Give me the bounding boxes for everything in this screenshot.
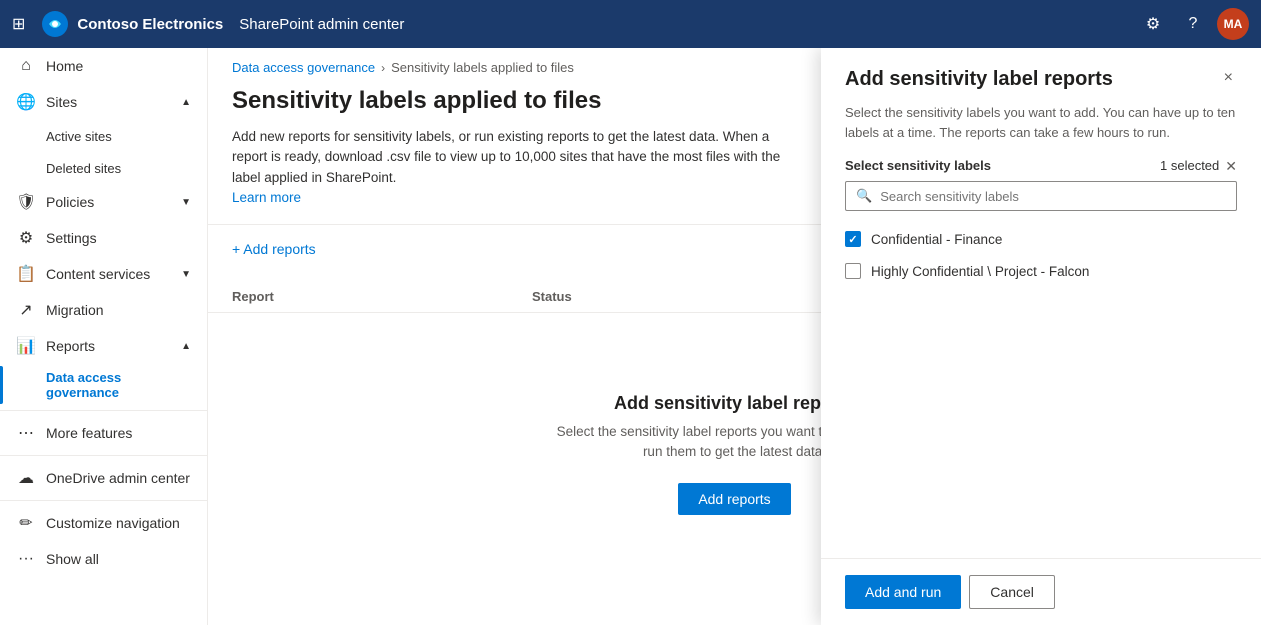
content-services-icon: 📋 <box>16 264 36 284</box>
search-box: 🔍 <box>845 181 1237 211</box>
sidebar-item-home[interactable]: ⌂ Home <box>0 48 207 84</box>
sidebar-item-home-label: Home <box>46 58 83 74</box>
add-and-run-button[interactable]: Add and run <box>845 575 961 609</box>
breadcrumb-current: Sensitivity labels applied to files <box>391 60 574 75</box>
sidebar-item-more-features[interactable]: ⋯ More features <box>0 415 207 451</box>
sidebar-item-migration-label: Migration <box>46 302 104 318</box>
sidebar-item-active-sites[interactable]: Active sites <box>0 120 207 152</box>
panel-footer: Add and run Cancel <box>821 558 1261 625</box>
sidebar-item-onedrive-admin[interactable]: ☁ OneDrive admin center <box>0 460 207 496</box>
reports-icon: 📊 <box>16 336 36 356</box>
learn-more-link[interactable]: Learn more <box>232 190 301 205</box>
sidebar-item-onedrive-label: OneDrive admin center <box>46 470 190 486</box>
top-nav-icons: ⚙ ? MA <box>1137 8 1249 40</box>
data-access-governance-label: Data access governance <box>46 370 191 400</box>
settings-button[interactable]: ⚙ <box>1137 8 1169 40</box>
sidebar-item-more-features-label: More features <box>46 425 132 441</box>
sidebar-item-reports[interactable]: 📊 Reports ▲ <box>0 328 207 364</box>
panel-label-row: Select sensitivity labels 1 selected ✕ <box>845 158 1237 173</box>
sidebar-item-customize-nav[interactable]: ✏ Customize navigation <box>0 505 207 541</box>
sites-icon: 🌐 <box>16 92 36 112</box>
panel-close-button[interactable]: × <box>1220 68 1237 88</box>
customize-nav-icon: ✏ <box>16 513 36 533</box>
panel-selected-count: 1 selected ✕ <box>1160 158 1237 173</box>
sidebar-item-sites[interactable]: 🌐 Sites ▲ <box>0 84 207 120</box>
panel-select-label: Select sensitivity labels <box>845 158 991 173</box>
sidebar-item-show-all-label: Show all <box>46 551 99 567</box>
waffle-icon[interactable]: ⊞ <box>12 14 25 34</box>
checkbox-confidential-finance[interactable] <box>845 231 861 247</box>
page-description: Add new reports for sensitivity labels, … <box>208 127 808 224</box>
org-logo: Contoso Electronics <box>41 10 223 38</box>
sidebar-item-settings-label: Settings <box>46 230 97 246</box>
sidebar-item-settings[interactable]: ⚙ Settings <box>0 220 207 256</box>
add-reports-button[interactable]: + Add reports <box>232 241 316 257</box>
more-features-icon: ⋯ <box>16 423 36 443</box>
help-button[interactable]: ? <box>1177 8 1209 40</box>
app-title: SharePoint admin center <box>239 16 404 33</box>
breadcrumb-sep: › <box>381 61 385 75</box>
avatar[interactable]: MA <box>1217 8 1249 40</box>
sidebar-item-sites-label: Sites <box>46 94 77 110</box>
checkbox-highly-confidential-label: Highly Confidential \ Project - Falcon <box>871 264 1089 279</box>
onedrive-icon: ☁ <box>16 468 36 488</box>
chevron-up-icon-rp: ▲ <box>181 341 191 352</box>
breadcrumb-parent-link[interactable]: Data access governance <box>232 60 375 75</box>
migration-icon: ↗ <box>16 300 36 320</box>
panel-overlay: Add sensitivity label reports × Select t… <box>821 48 1261 625</box>
chevron-down-icon-cs: ▼ <box>181 269 191 280</box>
sidebar: ⌂ Home 🌐 Sites ▲ Active sites Deleted si… <box>0 48 208 625</box>
active-sites-label: Active sites <box>46 129 112 144</box>
panel-title: Add sensitivity label reports <box>845 68 1113 91</box>
show-all-icon: ··· <box>16 550 36 568</box>
sidebar-item-customize-label: Customize navigation <box>46 515 180 531</box>
sidebar-item-content-services-label: Content services <box>46 266 150 282</box>
checkbox-confidential-finance-label: Confidential - Finance <box>871 232 1002 247</box>
search-sensitivity-labels-input[interactable] <box>880 189 1226 204</box>
sidebar-item-policies-label: Policies <box>46 194 94 210</box>
empty-state-add-reports-button[interactable]: Add reports <box>678 483 790 515</box>
empty-state-title: Add sensitivity label reports <box>614 393 855 414</box>
checkbox-item-confidential-finance[interactable]: Confidential - Finance <box>845 223 1237 255</box>
sidebar-item-reports-label: Reports <box>46 338 95 354</box>
panel-description: Select the sensitivity labels you want t… <box>821 103 1261 158</box>
panel-body: Select sensitivity labels 1 selected ✕ 🔍 <box>821 158 1261 558</box>
main-content: Data access governance › Sensitivity lab… <box>208 48 1261 625</box>
sidebar-item-migration[interactable]: ↗ Migration <box>0 292 207 328</box>
panel-header: Add sensitivity label reports × <box>821 48 1261 103</box>
checkbox-list: Confidential - Finance Highly Confidenti… <box>845 223 1237 287</box>
sidebar-item-policies[interactable]: 🛡 Policies ▼ <box>0 184 207 220</box>
sidebar-item-content-services[interactable]: 📋 Content services ▼ <box>0 256 207 292</box>
chevron-up-icon: ▲ <box>181 97 191 108</box>
clear-selection-button[interactable]: ✕ <box>1225 159 1237 173</box>
policies-icon: 🛡 <box>16 192 36 212</box>
settings-nav-icon: ⚙ <box>16 228 36 248</box>
chevron-down-icon: ▼ <box>181 197 191 208</box>
sidebar-item-data-access-governance[interactable]: Data access governance <box>0 364 207 406</box>
col-report: Report <box>232 289 532 304</box>
home-icon: ⌂ <box>16 57 36 75</box>
checkbox-item-highly-confidential[interactable]: Highly Confidential \ Project - Falcon <box>845 255 1237 287</box>
search-icon: 🔍 <box>856 188 872 204</box>
top-nav: ⊞ Contoso Electronics SharePoint admin c… <box>0 0 1261 48</box>
checkbox-highly-confidential[interactable] <box>845 263 861 279</box>
sidebar-item-deleted-sites[interactable]: Deleted sites <box>0 152 207 184</box>
sidebar-item-show-all[interactable]: ··· Show all <box>0 541 207 577</box>
cancel-button[interactable]: Cancel <box>969 575 1055 609</box>
deleted-sites-label: Deleted sites <box>46 161 121 176</box>
